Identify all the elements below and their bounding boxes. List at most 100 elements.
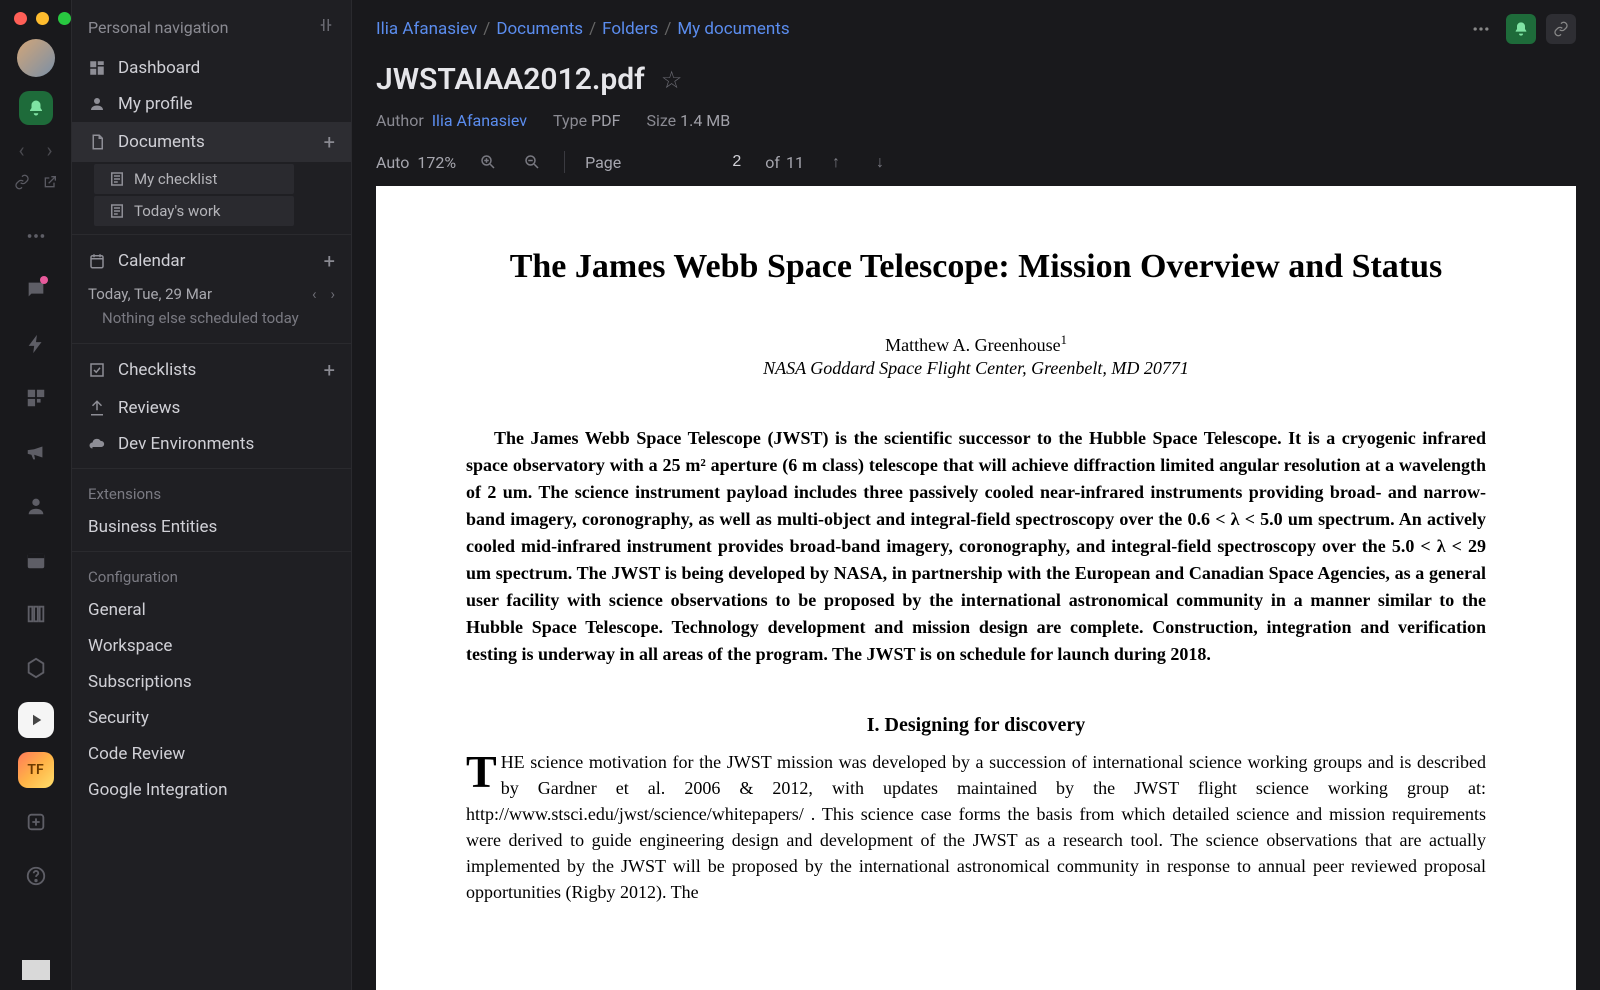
page-input[interactable] bbox=[701, 153, 741, 171]
library-icon bbox=[25, 603, 47, 625]
share-link-button[interactable] bbox=[1546, 14, 1576, 44]
crumb-mydocs[interactable]: My documents bbox=[677, 19, 789, 39]
zoom-mode[interactable]: Auto bbox=[376, 153, 409, 172]
sidebar-item-profile[interactable]: My profile bbox=[72, 86, 351, 122]
bolt-icon bbox=[25, 333, 47, 355]
zoom-out-button[interactable] bbox=[520, 150, 544, 174]
rail-calendar-button[interactable] bbox=[16, 540, 56, 580]
type-value: PDF bbox=[591, 111, 620, 130]
close-window-icon[interactable] bbox=[14, 12, 27, 25]
rail-tf-workspace[interactable]: TF bbox=[18, 752, 54, 788]
calendar-next-button[interactable]: › bbox=[330, 285, 335, 303]
note-icon bbox=[108, 202, 126, 220]
add-document-button[interactable]: + bbox=[324, 130, 335, 154]
main-content: Ilia Afanasiev/Documents/Folders/My docu… bbox=[352, 0, 1600, 990]
sidebar-item-workspace[interactable]: Workspace bbox=[72, 628, 351, 664]
icon-rail: ‹ › TF bbox=[0, 0, 72, 990]
paper-body: THE science motivation for the JWST miss… bbox=[466, 749, 1486, 906]
calendar-prev-button[interactable]: ‹ bbox=[312, 285, 317, 303]
add-checklist-button[interactable]: + bbox=[324, 358, 335, 382]
dashboard-label: Dashboard bbox=[118, 58, 200, 78]
link-icon bbox=[1553, 21, 1569, 37]
sidebar-item-calendar[interactable]: Calendar + bbox=[72, 241, 351, 281]
maximize-window-icon[interactable] bbox=[58, 12, 71, 25]
author-label: Author bbox=[376, 111, 424, 130]
collapse-icon bbox=[317, 16, 335, 34]
external-link-icon bbox=[42, 174, 58, 190]
add-calendar-button[interactable]: + bbox=[324, 249, 335, 273]
open-external-button[interactable] bbox=[37, 169, 63, 195]
tf-label: TF bbox=[27, 762, 43, 778]
rail-add-button[interactable] bbox=[16, 802, 56, 842]
rail-help-button[interactable] bbox=[16, 856, 56, 896]
checklists-label: Checklists bbox=[118, 360, 196, 380]
next-page-button[interactable]: ↓ bbox=[868, 150, 892, 174]
link-icon bbox=[14, 174, 30, 190]
paper-title: The James Webb Space Telescope: Mission … bbox=[466, 246, 1486, 289]
copy-link-button[interactable] bbox=[9, 169, 35, 195]
sidebar-sub-checklist[interactable]: My checklist bbox=[94, 164, 294, 194]
play-icon bbox=[27, 711, 45, 729]
subscribe-button[interactable] bbox=[1506, 14, 1536, 44]
rail-more-button[interactable] bbox=[16, 216, 56, 256]
zoom-percent: 172% bbox=[417, 153, 456, 172]
author-value[interactable]: Ilia Afanasiev bbox=[432, 111, 527, 130]
calendar-date: Today, Tue, 29 Mar bbox=[88, 285, 212, 303]
sidebar-title: Personal navigation bbox=[88, 18, 229, 37]
sidebar-item-business-entities[interactable]: Business Entities bbox=[72, 509, 351, 545]
rail-play-button[interactable] bbox=[18, 702, 54, 738]
crumb-user[interactable]: Ilia Afanasiev bbox=[376, 19, 477, 39]
documents-icon bbox=[88, 133, 106, 151]
notifications-button[interactable] bbox=[19, 91, 53, 125]
crumb-documents[interactable]: Documents bbox=[496, 19, 583, 39]
help-icon bbox=[25, 865, 47, 887]
rail-chat-button[interactable] bbox=[16, 270, 56, 310]
size-value: 1.4 MB bbox=[680, 111, 730, 130]
nav-back-button[interactable]: ‹ bbox=[9, 137, 35, 163]
rail-package-button[interactable] bbox=[16, 648, 56, 688]
devenv-label: Dev Environments bbox=[118, 434, 254, 454]
crumb-folders[interactable]: Folders bbox=[602, 19, 658, 39]
minimize-window-icon[interactable] bbox=[36, 12, 49, 25]
window-controls bbox=[0, 6, 71, 39]
breadcrumb: Ilia Afanasiev/Documents/Folders/My docu… bbox=[376, 19, 790, 39]
rail-team-button[interactable] bbox=[16, 486, 56, 526]
collapse-sidebar-button[interactable] bbox=[317, 16, 335, 38]
sidebar-item-google-integration[interactable]: Google Integration bbox=[72, 772, 351, 808]
prev-page-button[interactable]: ↑ bbox=[824, 150, 848, 174]
favorite-button[interactable]: ☆ bbox=[661, 66, 683, 94]
document-viewport[interactable]: The James Webb Space Telescope: Mission … bbox=[352, 186, 1600, 990]
rail-terminal-icon[interactable] bbox=[22, 960, 50, 980]
sidebar-item-security[interactable]: Security bbox=[72, 700, 351, 736]
note-icon bbox=[108, 170, 126, 188]
dots-icon bbox=[1471, 19, 1491, 39]
rail-bolt-button[interactable] bbox=[16, 324, 56, 364]
sidebar-item-checklists[interactable]: Checklists + bbox=[72, 350, 351, 390]
dots-icon bbox=[25, 225, 47, 247]
calendar-empty-text: Nothing else scheduled today bbox=[72, 307, 351, 337]
sidebar-item-reviews[interactable]: Reviews bbox=[72, 390, 351, 426]
sidebar-item-general[interactable]: General bbox=[72, 592, 351, 628]
zoom-in-button[interactable] bbox=[476, 150, 500, 174]
reviews-label: Reviews bbox=[118, 398, 180, 418]
rail-library-button[interactable] bbox=[16, 594, 56, 634]
sidebar-item-dashboard[interactable]: Dashboard bbox=[72, 50, 351, 86]
sidebar-sub-today[interactable]: Today's work bbox=[94, 196, 294, 226]
sidebar-item-devenv[interactable]: Dev Environments bbox=[72, 426, 351, 462]
paper-author: Matthew A. Greenhouse1 bbox=[466, 333, 1486, 356]
checklist-label: My checklist bbox=[134, 170, 217, 188]
sidebar-item-subscriptions[interactable]: Subscriptions bbox=[72, 664, 351, 700]
more-actions-button[interactable] bbox=[1466, 14, 1496, 44]
megaphone-icon bbox=[25, 441, 47, 463]
rail-announce-button[interactable] bbox=[16, 432, 56, 472]
person-icon bbox=[25, 495, 47, 517]
sidebar-item-documents[interactable]: Documents + bbox=[72, 122, 351, 162]
user-avatar[interactable] bbox=[17, 39, 55, 77]
configuration-section-label: Configuration bbox=[72, 558, 351, 592]
documents-label: Documents bbox=[118, 132, 205, 152]
nav-forward-button[interactable]: › bbox=[37, 137, 63, 163]
sidebar-item-code-review[interactable]: Code Review bbox=[72, 736, 351, 772]
bell-icon bbox=[1513, 21, 1529, 37]
rail-apps-button[interactable] bbox=[16, 378, 56, 418]
zoom-in-icon bbox=[479, 153, 497, 171]
